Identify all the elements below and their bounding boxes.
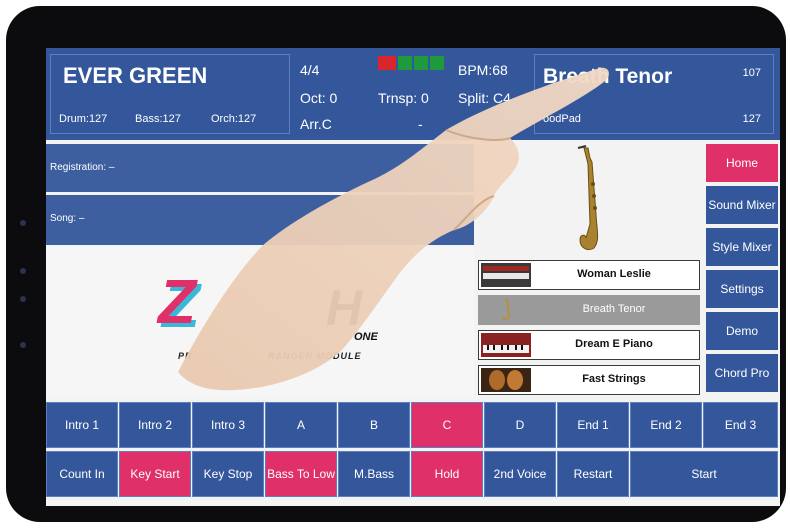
pad-level: 127 — [742, 113, 761, 125]
side-sensor — [20, 268, 26, 274]
variation-d-button[interactable]: D — [484, 402, 556, 448]
registration-label: Registration: – — [50, 162, 115, 173]
key-start-button[interactable]: Key Start — [119, 451, 191, 497]
intro-2-button[interactable]: Intro 2 — [119, 402, 191, 448]
nav-style-mixer[interactable]: Style Mixer — [706, 228, 778, 268]
strings-thumbnail-icon — [481, 368, 531, 392]
restart-button[interactable]: Restart — [557, 451, 629, 497]
nav-home[interactable]: Home — [706, 144, 778, 184]
organ-thumbnail-icon — [481, 263, 531, 287]
registration-bar[interactable]: Registration: – — [46, 144, 474, 192]
end-1-button[interactable]: End 1 — [557, 402, 629, 448]
beat-indicator-green — [430, 56, 444, 70]
voice-title: Breath Tenor — [543, 65, 673, 88]
time-signature: 4/4 — [300, 62, 320, 78]
bass-level: Bass:127 — [135, 113, 181, 125]
tablet-frame: EVER GREEN Drum:127 Bass:127 Orch:127 4/… — [6, 6, 786, 522]
voice-item-dream-e-piano[interactable]: Dream E Piano — [478, 330, 700, 360]
logo-subtitle-right: RANGER MODULE — [268, 351, 362, 361]
hold-button[interactable]: Hold — [411, 451, 483, 497]
song-title: EVER GREEN — [63, 63, 208, 88]
logo-letter-z: Z — [158, 268, 196, 337]
count-in-button[interactable]: Count In — [46, 451, 118, 497]
nav-chord-pro[interactable]: Chord Pro — [706, 354, 778, 394]
voice-name: Dream E Piano — [575, 338, 653, 350]
variation-a-button[interactable]: A — [265, 402, 337, 448]
saxophone-icon — [577, 145, 599, 251]
voice-panel[interactable]: Breath Tenor 107 oodPad 127 — [534, 54, 774, 134]
beat-indicator-red — [378, 56, 396, 70]
logo-subtitle-left: PR — [178, 351, 193, 361]
song-bar[interactable]: Song: – — [46, 195, 474, 245]
transpose: Trnsp: 0 — [378, 90, 429, 106]
key-stop-button[interactable]: Key Stop — [192, 451, 264, 497]
voice-name: Fast Strings — [582, 373, 646, 385]
octave: Oct: 0 — [300, 90, 338, 106]
split-point: Split: C4 — [458, 90, 511, 106]
nav-demo[interactable]: Demo — [706, 312, 778, 352]
status-bar: EVER GREEN Drum:127 Bass:127 Orch:127 4/… — [46, 48, 780, 140]
logo-one: ONE — [354, 331, 378, 343]
end-3-button[interactable]: End 3 — [703, 402, 778, 448]
end-2-button[interactable]: End 2 — [630, 402, 702, 448]
side-sensor — [20, 296, 26, 302]
camera-dot — [20, 220, 26, 226]
voice-item-woman-leslie[interactable]: Woman Leslie — [478, 260, 700, 290]
arrangement: Arr.C — [300, 116, 332, 132]
orch-level: Orch:127 — [211, 113, 257, 125]
intro-3-button[interactable]: Intro 3 — [192, 402, 264, 448]
nav-settings[interactable]: Settings — [706, 270, 778, 310]
logo-letter-h: H — [326, 280, 363, 336]
sax-thumbnail-icon — [502, 299, 511, 321]
pad-label: oodPad — [543, 113, 581, 125]
voice-item-fast-strings[interactable]: Fast Strings — [478, 365, 700, 395]
side-sensor — [20, 342, 26, 348]
variation-b-button[interactable]: B — [338, 402, 410, 448]
m-bass-button[interactable]: M.Bass — [338, 451, 410, 497]
variation-c-button[interactable]: C — [411, 402, 483, 448]
logo-area: Z H ONE PR RANGER MODULE — [46, 247, 474, 397]
drum-level: Drum:127 — [59, 113, 108, 125]
dash-value: - — [418, 116, 423, 132]
beat-indicator-green — [414, 56, 428, 70]
nav-sound-mixer[interactable]: Sound Mixer — [706, 186, 778, 226]
song-label: Song: – — [50, 213, 85, 224]
start-button[interactable]: Start — [630, 451, 778, 497]
voice-item-breath-tenor[interactable]: Breath Tenor — [478, 295, 700, 325]
second-voice-button[interactable]: 2nd Voice — [484, 451, 556, 497]
voice-name: Breath Tenor — [582, 303, 646, 315]
bpm: BPM:68 — [458, 62, 508, 78]
bass-to-low-button[interactable]: Bass To Low — [265, 451, 337, 497]
voice-name: Woman Leslie — [577, 268, 651, 280]
song-panel[interactable]: EVER GREEN Drum:127 Bass:127 Orch:127 — [50, 54, 290, 134]
voice-number: 107 — [742, 67, 761, 79]
intro-1-button[interactable]: Intro 1 — [46, 402, 118, 448]
piano-thumbnail-icon — [481, 333, 531, 357]
app-screen: EVER GREEN Drum:127 Bass:127 Orch:127 4/… — [46, 48, 780, 506]
beat-indicator-green — [398, 56, 412, 70]
